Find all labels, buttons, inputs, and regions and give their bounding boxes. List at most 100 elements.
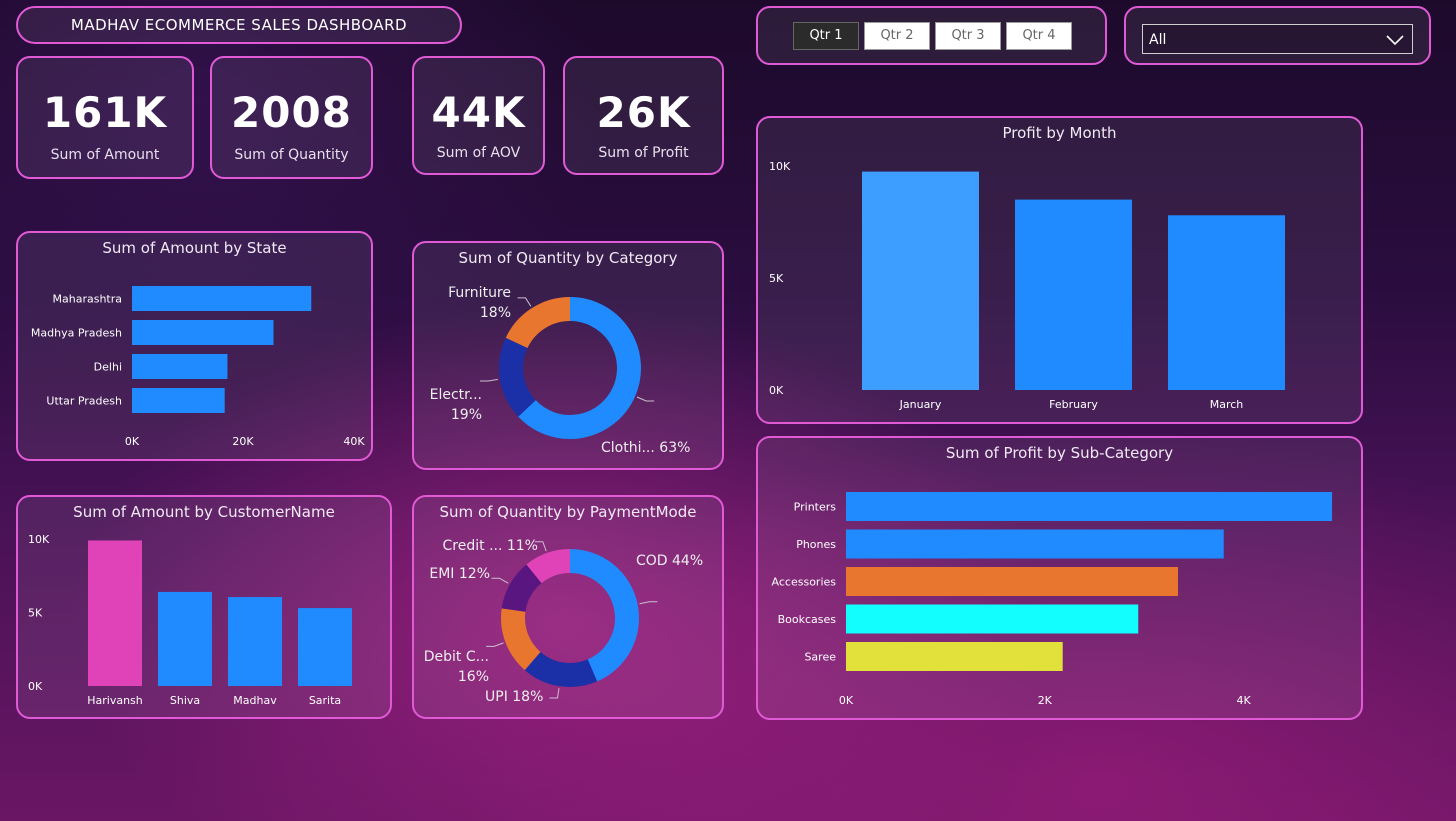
donut-slice (569, 549, 639, 682)
slice-label: UPI 18% (485, 689, 543, 705)
category-label: Accessories (772, 576, 837, 589)
slice-label: EMI 12% (429, 566, 490, 582)
category-label: Bookcases (778, 613, 837, 626)
category-label: January (899, 398, 942, 411)
bar (298, 608, 352, 686)
bar (132, 320, 274, 345)
kpi-label: Sum of Profit (598, 145, 689, 161)
amount-by-customer-plot: Harivansh Shiva Madhav Sarita 0K 5K 10K (28, 533, 352, 707)
slice-percent: 16% (458, 669, 489, 685)
quantity-by-category-plot: Clothi... 63% Electr... 19% Furniture 18% (430, 285, 691, 456)
dropdown-value: All (1149, 32, 1167, 48)
bar (132, 388, 225, 413)
tick-label: 5K (28, 607, 43, 620)
state-slicer: All (1124, 6, 1431, 65)
category-label: Madhya Pradesh (31, 327, 122, 340)
slice-label: COD 44% (636, 553, 703, 569)
quarter-button-3[interactable]: Qtr 3 (935, 22, 1001, 50)
category-label: Madhav (233, 694, 277, 707)
bar (228, 597, 282, 686)
kpi-label: Sum of Quantity (234, 147, 349, 163)
tick-label: 40K (343, 435, 365, 448)
bar (846, 604, 1139, 634)
bar (132, 286, 312, 311)
kpi-card-quantity: 2008 Sum of Quantity (210, 56, 373, 179)
leader-line (549, 688, 560, 699)
tick-label: 10K (28, 533, 50, 546)
category-label: Maharashtra (53, 293, 123, 306)
profit-by-subcategory-plot: Printers Phones Accessories Bookcases Saree 0… (772, 492, 1333, 707)
category-label: Printers (794, 501, 837, 514)
kpi-label: Sum of Amount (50, 147, 160, 163)
slice-label: Electr... (430, 387, 482, 403)
bar (846, 567, 1178, 596)
tick-label: 0K (125, 435, 140, 448)
category-label: March (1210, 398, 1244, 411)
quarter-button-2[interactable]: Qtr 2 (864, 22, 930, 50)
donut-slice (499, 337, 537, 417)
tick-label: 0K (28, 680, 43, 693)
category-label: Saree (804, 651, 836, 664)
slice-label: Debit C... (424, 649, 489, 665)
leader-line (480, 378, 498, 382)
slice-label: Credit ... 11% (443, 538, 538, 554)
slice-label: Furniture (448, 285, 511, 301)
donut-slice (524, 651, 598, 687)
kpi-card-aov: 44K Sum of AOV (412, 56, 545, 175)
category-label: Shiva (170, 694, 200, 707)
donut-slice (501, 564, 543, 613)
quantity-by-paymentmode-chart: Sum of Quantity by PaymentMode COD 44% UP… (412, 495, 724, 719)
category-label: Phones (796, 538, 836, 551)
tick-label: 20K (232, 435, 254, 448)
bar (1168, 215, 1285, 390)
category-label: Uttar Pradesh (46, 395, 122, 408)
donut-slice (501, 608, 541, 671)
slice-percent: 18% (480, 305, 511, 321)
amount-by-customer-chart: Sum of Amount by CustomerName Harivansh S… (16, 495, 392, 719)
bar (846, 529, 1224, 559)
leader-line (517, 297, 532, 307)
slice-label: Clothi... 63% (601, 440, 690, 456)
profit-by-subcategory-chart: Sum of Profit by Sub-Category Printers Ph… (756, 436, 1363, 720)
kpi-label: Sum of AOV (436, 145, 521, 161)
donut-slice (526, 549, 571, 584)
category-label: Sarita (309, 694, 341, 707)
tick-label: 5K (769, 272, 784, 285)
bar (88, 540, 142, 686)
quantity-by-paymentmode-plot: COD 44% UPI 18% Debit C... 16% EMI 12% Credit… (424, 538, 703, 705)
kpi-value: 2008 (231, 88, 352, 137)
quantity-by-category-chart: Sum of Quantity by Category Clothi... 63… (412, 241, 724, 470)
kpi-value: 26K (596, 88, 691, 137)
bar (1015, 199, 1132, 390)
tick-label: 0K (839, 694, 854, 707)
leader-line (491, 577, 509, 584)
quarter-button-4[interactable]: Qtr 4 (1006, 22, 1072, 50)
profit-by-month-chart: Profit by Month January February March 0K 5K… (756, 116, 1363, 424)
slice-percent: 19% (451, 407, 482, 423)
dashboard-title: MADHAV ECOMMERCE SALES DASHBOARD (70, 16, 408, 34)
leader-line (636, 396, 655, 402)
tick-label: 4K (1236, 694, 1251, 707)
bar (862, 171, 979, 390)
bar (132, 354, 228, 379)
bar (158, 591, 212, 686)
state-dropdown[interactable]: All (1142, 24, 1413, 54)
bar (846, 492, 1333, 521)
amount-by-state-chart: Sum of Amount by State Maharashtra Madhya… (16, 231, 373, 461)
category-label: Delhi (94, 361, 122, 374)
tick-label: 2K (1038, 694, 1053, 707)
kpi-card-profit: 26K Sum of Profit (563, 56, 724, 175)
quarter-button-1[interactable]: Qtr 1 (793, 22, 859, 50)
tick-label: 0K (769, 384, 784, 397)
amount-by-state-plot: Maharashtra Madhya Pradesh Delhi Uttar Prad… (31, 286, 365, 448)
kpi-value: 44K (431, 88, 526, 137)
leader-line (486, 642, 504, 647)
profit-by-month-plot: January February March 0K 5K 10K (769, 160, 1285, 411)
quarter-slicer: Qtr 1 Qtr 2 Qtr 3 Qtr 4 (756, 6, 1107, 65)
tick-label: 10K (769, 160, 791, 173)
category-label: Harivansh (87, 694, 143, 707)
kpi-value: 161K (42, 88, 168, 137)
dashboard-title-panel: MADHAV ECOMMERCE SALES DASHBOARD (16, 6, 462, 44)
donut-slice (505, 297, 571, 349)
leader-line (639, 601, 658, 605)
